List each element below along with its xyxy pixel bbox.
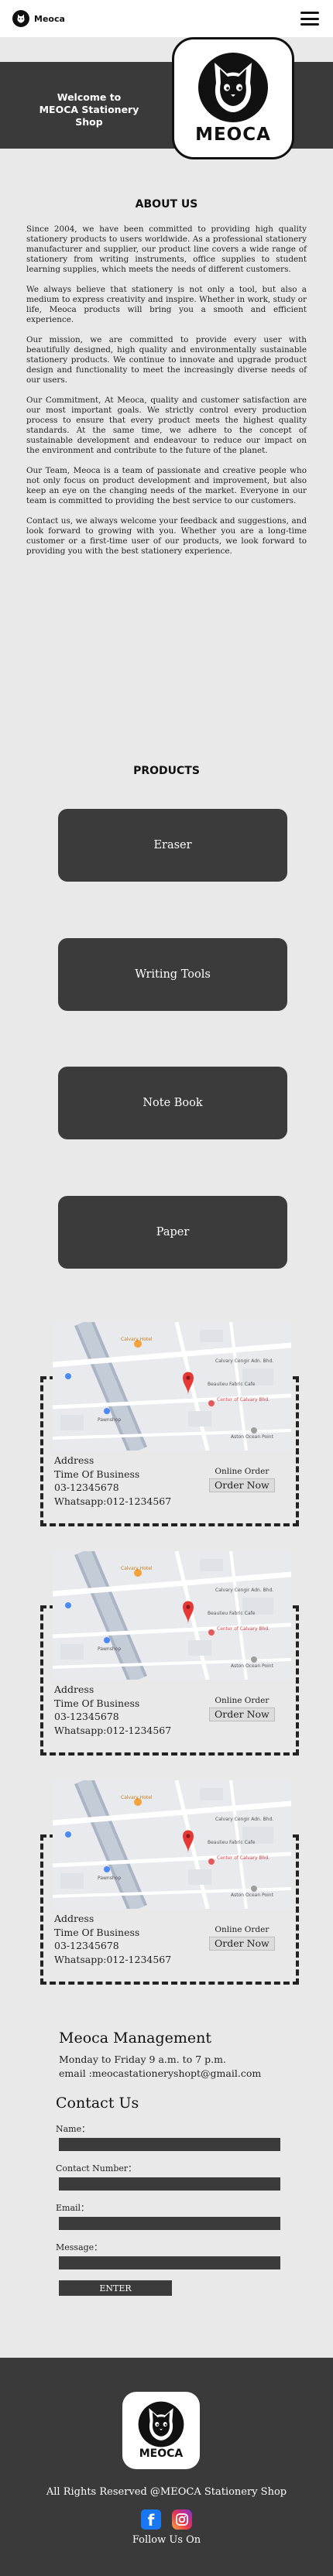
enter-button[interactable]: ENTER [59, 2280, 172, 2296]
store-whatsapp: Whatsapp:012-1234567 [54, 1495, 172, 1507]
about-paragraph: Our Commitment, At Meoca, quality and cu… [26, 396, 307, 455]
online-order-label: Online Order [215, 1925, 269, 1934]
map-label: Pawnshop [98, 1417, 121, 1423]
store-map[interactable]: Calvary Hotel Calvary Cengir Adn. Bhd. B… [53, 1551, 291, 1680]
management-hours: Monday to Friday 9 a.m. to 7 p.m. [59, 2054, 226, 2065]
map-label: Calvary Hotel [121, 1566, 153, 1571]
about-paragraph: We always believe that stationery is not… [26, 285, 307, 324]
facebook-icon[interactable]: f [141, 2509, 161, 2530]
store-address: Address [54, 1684, 94, 1695]
about-paragraph: Since 2004, we have been committed to pr… [26, 224, 307, 274]
hero-logo: MEOCA [172, 37, 294, 159]
store-info: Address Time Of Business 03-12345678 Wha… [54, 1683, 171, 1737]
management-section: Meoca Management Monday to Friday 9 a.m.… [59, 2030, 261, 2081]
message-input[interactable] [59, 2256, 280, 2269]
store-card: Calvary Hotel Calvary Cengir Adn. Bhd. B… [40, 1322, 299, 1526]
online-order-label: Online Order [215, 1696, 269, 1705]
instagram-icon[interactable] [172, 2509, 192, 2530]
map-label: Pawnshop [98, 1646, 121, 1652]
store-hours: Time Of Business [54, 1697, 140, 1709]
footer: MEOCA All Rights Reserved @MEOCA Station… [0, 2358, 333, 2576]
footer-copyright: All Rights Reserved @MEOCA Stationery Sh… [46, 2486, 287, 2498]
map-label: Aston Ocean Point [231, 1434, 274, 1440]
name-input[interactable] [59, 2138, 280, 2151]
hero-title-line1: Welcome to [57, 91, 122, 103]
store-whatsapp: Whatsapp:012-1234567 [54, 1724, 172, 1736]
product-button-eraser[interactable]: Eraser [58, 809, 287, 882]
map-label: Pawnshop [98, 1875, 121, 1881]
store-hours: Time Of Business [54, 1926, 140, 1938]
store-phone: 03-12345678 [54, 1940, 119, 1951]
map-label: Center of Calvary Bhd. [217, 1855, 269, 1861]
store-address: Address [54, 1913, 94, 1924]
brand[interactable]: Meoca [12, 10, 65, 27]
order-area: Online Order Order Now [209, 1925, 275, 1951]
map-label: Aston Ocean Point [231, 1893, 274, 1898]
store-info: Address Time Of Business 03-12345678 Wha… [54, 1454, 171, 1508]
map-label: Center of Calvary Bhd. [217, 1626, 269, 1632]
store-address: Address [54, 1454, 94, 1466]
contact-number-input[interactable] [59, 2177, 280, 2191]
product-button-writing-tools[interactable]: Writing Tools [58, 938, 287, 1011]
order-area: Online Order Order Now [209, 1467, 275, 1492]
map-label: Calvary Hotel [121, 1795, 153, 1800]
product-button-note-book[interactable]: Note Book [58, 1067, 287, 1139]
store-map[interactable]: Calvary Hotel Calvary Cengir Adn. Bhd. B… [53, 1780, 291, 1909]
about-section: Since 2004, we have been committed to pr… [26, 224, 307, 567]
footer-logo-wordmark: MEOCA [139, 2448, 184, 2460]
map-label: Beaulieu Fabric Cafe [208, 1840, 256, 1845]
hero-title: Welcome to MEOCA Stationery Shop [31, 91, 147, 128]
hamburger-menu-icon[interactable] [300, 12, 319, 26]
map-label: Beaulieu Fabric Cafe [208, 1611, 256, 1616]
footer-logo[interactable]: MEOCA [122, 2392, 200, 2469]
cat-logo-icon [138, 2401, 184, 2448]
store-card: Calvary Hotel Calvary Cengir Adn. Bhd. B… [40, 1780, 299, 1985]
products-title: PRODUCTS [133, 765, 200, 777]
store-card: Calvary Hotel Calvary Cengir Adn. Bhd. B… [40, 1551, 299, 1756]
product-button-paper[interactable]: Paper [58, 1196, 287, 1269]
hero-logo-wordmark: MEOCA [195, 125, 271, 145]
order-now-button[interactable]: Order Now [209, 1478, 275, 1492]
cat-logo-icon [198, 53, 268, 122]
brand-name: Meoca [34, 13, 65, 24]
follow-us-label: Follow Us On [132, 2534, 201, 2546]
store-info: Address Time Of Business 03-12345678 Wha… [54, 1912, 171, 1966]
name-label: Name： [56, 2124, 91, 2134]
management-email: email :meocastationeryshopt@gmail.com [59, 2067, 262, 2079]
store-phone: 03-12345678 [54, 1711, 119, 1722]
top-nav: Meoca [0, 0, 333, 37]
order-area: Online Order Order Now [209, 1696, 275, 1721]
contact-form: Contact Us Name： Contact Number： Email： … [56, 2095, 288, 2296]
about-paragraph: Our mission, we are committed to provide… [26, 335, 307, 385]
map-label: Calvary Cengir Adn. Bhd. [215, 1358, 273, 1364]
contact-title: Contact Us [56, 2095, 139, 2112]
management-title: Meoca Management [59, 2030, 212, 2047]
map-label: Calvary Cengir Adn. Bhd. [215, 1817, 273, 1822]
map-label: Calvary Cengir Adn. Bhd. [215, 1588, 273, 1593]
hero-title-line2: MEOCA Stationery Shop [39, 104, 139, 128]
about-paragraph: Contact us, we always welcome your feedb… [26, 516, 307, 556]
map-label: Beaulieu Fabric Cafe [208, 1382, 256, 1387]
email-input[interactable] [59, 2217, 280, 2230]
order-now-button[interactable]: Order Now [209, 1708, 275, 1721]
order-now-button[interactable]: Order Now [209, 1937, 275, 1951]
map-label: Aston Ocean Point [231, 1663, 274, 1669]
store-whatsapp: Whatsapp:012-1234567 [54, 1953, 172, 1965]
message-label: Message： [56, 2242, 103, 2252]
social-links: f [141, 2509, 192, 2530]
email-label: Email： [56, 2203, 90, 2213]
store-phone: 03-12345678 [54, 1482, 119, 1493]
map-label: Calvary Hotel [121, 1337, 153, 1342]
contact-number-label: Contact Number： [56, 2163, 137, 2174]
online-order-label: Online Order [215, 1467, 269, 1476]
cat-logo-icon [12, 10, 29, 27]
store-map[interactable]: Calvary Hotel Calvary Cengir Adn. Bhd. B… [53, 1322, 291, 1451]
map-label: Center of Calvary Bhd. [217, 1397, 269, 1403]
about-paragraph: Our Team, Meoca is a team of passionate … [26, 466, 307, 505]
store-hours: Time Of Business [54, 1468, 140, 1480]
about-title: ABOUT US [135, 198, 198, 211]
